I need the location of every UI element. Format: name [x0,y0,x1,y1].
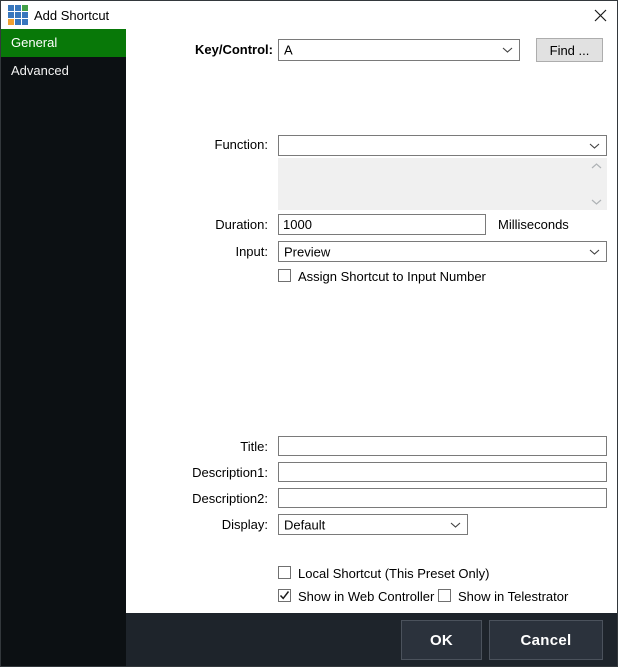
local-shortcut-label: Local Shortcut (This Preset Only) [298,566,489,581]
app-grid-icon [8,5,28,25]
close-button[interactable] [591,6,609,24]
show-telestrator-label: Show in Telestrator [458,589,568,604]
description2-input[interactable] [278,488,607,508]
chevron-down-icon [589,249,600,255]
display-select[interactable]: Default [278,514,468,535]
show-web-controller-label: Show in Web Controller [298,589,434,604]
description1-label: Description1: [126,465,268,480]
show-telestrator-checkbox[interactable] [438,589,451,602]
cancel-button[interactable]: Cancel [489,620,603,660]
scroll-down-icon [591,199,602,205]
function-description-panel [278,158,607,210]
description2-label: Description2: [126,491,268,506]
chevron-down-icon [589,143,600,149]
input-select[interactable]: Preview [278,241,607,262]
ok-button[interactable]: OK [401,620,482,660]
general-panel: Key/Control: A Find ... Function: D [126,29,618,613]
chevron-down-icon [502,47,513,53]
display-value: Default [284,517,325,532]
footer-bar: OK Cancel [126,613,618,667]
local-shortcut-checkbox[interactable] [278,566,291,579]
assign-input-number-label: Assign Shortcut to Input Number [298,269,486,284]
description1-input[interactable] [278,462,607,482]
key-control-select[interactable]: A [278,39,520,61]
title-input[interactable] [278,436,607,456]
duration-input[interactable] [278,214,486,235]
window-title: Add Shortcut [34,8,109,23]
duration-label: Duration: [126,217,268,232]
add-shortcut-dialog: Add Shortcut General Advanced Key/Contro… [0,0,618,667]
find-button[interactable]: Find ... [536,38,603,62]
key-control-value: A [284,43,293,58]
input-label: Input: [126,244,268,259]
scroll-up-icon [591,163,602,169]
display-label: Display: [126,517,268,532]
tab-advanced[interactable]: Advanced [1,57,126,85]
tab-general[interactable]: General [1,29,126,57]
milliseconds-label: Milliseconds [498,217,569,232]
function-select[interactable] [278,135,607,156]
assign-input-number-checkbox[interactable] [278,269,291,282]
title-label: Title: [126,439,268,454]
input-value: Preview [284,244,330,259]
sidebar: General Advanced [1,29,126,667]
titlebar: Add Shortcut [1,1,617,29]
close-icon [594,9,607,22]
chevron-down-icon [450,522,461,528]
key-control-label: Key/Control: [126,42,273,57]
function-label: Function: [126,137,268,152]
check-icon [279,590,290,601]
show-web-controller-checkbox[interactable] [278,589,291,602]
